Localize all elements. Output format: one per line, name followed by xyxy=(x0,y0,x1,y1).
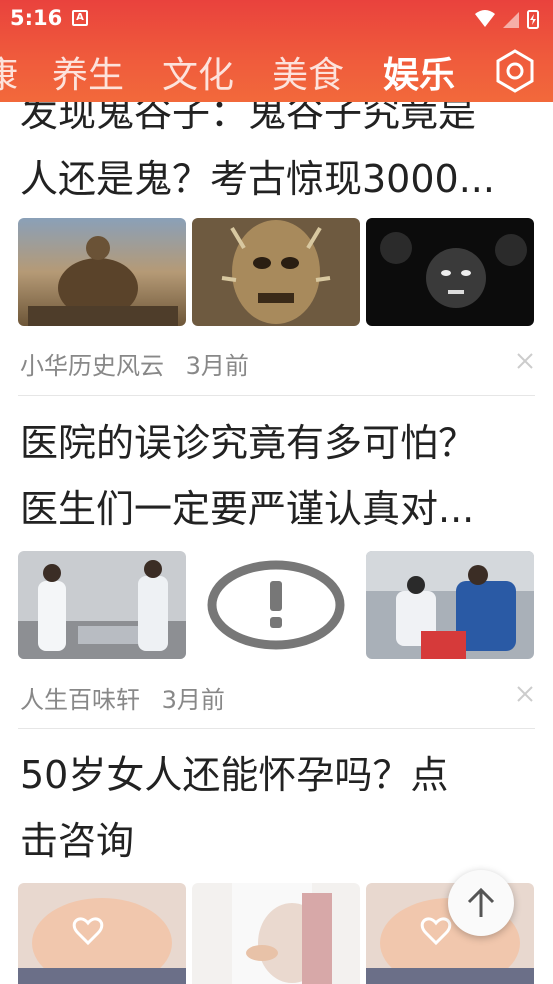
tab-food[interactable]: 美食 xyxy=(272,46,344,98)
status-icons xyxy=(473,8,543,30)
status-time: 5:16 xyxy=(10,6,63,30)
tab-wellness[interactable]: 养生 xyxy=(52,46,124,98)
thumbnail-image xyxy=(192,218,360,326)
thumbnail-image xyxy=(366,551,534,659)
arrow-up-icon xyxy=(467,887,495,917)
news-feed[interactable]: 发现鬼谷子：鬼谷子究竟是 人还是鬼？考古惊现3000... 小华历史风云 3月前… xyxy=(0,0,553,984)
news-time: 3月前 xyxy=(161,686,225,714)
close-icon[interactable] xyxy=(514,683,536,705)
thumbnail-image xyxy=(192,883,360,984)
news-thumbnails xyxy=(18,551,535,659)
news-meta: 人生百味轩 3月前 xyxy=(20,680,239,715)
news-title: 医院的误诊究竟有多可怕？ xyxy=(20,421,477,465)
tab-health[interactable]: 康 xyxy=(0,46,18,98)
divider xyxy=(18,728,535,729)
image-error-icon xyxy=(192,551,360,659)
news-title: 人还是鬼？考古惊现3000... xyxy=(20,157,495,201)
news-title: 医生们一定要严谨认真对... xyxy=(20,487,475,531)
close-icon[interactable] xyxy=(514,350,536,372)
news-title: 50岁女人还能怀孕吗？点 xyxy=(20,753,449,797)
wifi-icon xyxy=(475,10,495,27)
thumbnail-image xyxy=(18,551,186,659)
thumbnail-image xyxy=(18,218,186,326)
status-bar: 5:16 A xyxy=(0,0,553,38)
notification-icon: A xyxy=(72,10,88,26)
news-time: 3月前 xyxy=(185,352,249,380)
news-source: 人生百味轩 xyxy=(20,686,140,714)
back-to-top-button[interactable] xyxy=(448,870,514,936)
thumbnail-image xyxy=(366,218,534,326)
app-header: 5:16 A 康 养生 文化 美食 娱乐 xyxy=(0,0,553,102)
signal-icon xyxy=(503,12,519,28)
news-thumbnails xyxy=(18,218,535,326)
tab-entertainment[interactable]: 娱乐 xyxy=(383,46,455,98)
settings-hex-icon[interactable] xyxy=(492,48,538,94)
divider xyxy=(18,395,535,396)
news-title: 击咨询 xyxy=(20,819,135,863)
tab-culture[interactable]: 文化 xyxy=(162,46,234,98)
category-tabs: 康 养生 文化 美食 娱乐 xyxy=(0,40,553,100)
news-meta: 小华历史风云 3月前 xyxy=(20,346,263,381)
news-source: 小华历史风云 xyxy=(20,352,164,380)
thumbnail-image xyxy=(18,883,186,984)
